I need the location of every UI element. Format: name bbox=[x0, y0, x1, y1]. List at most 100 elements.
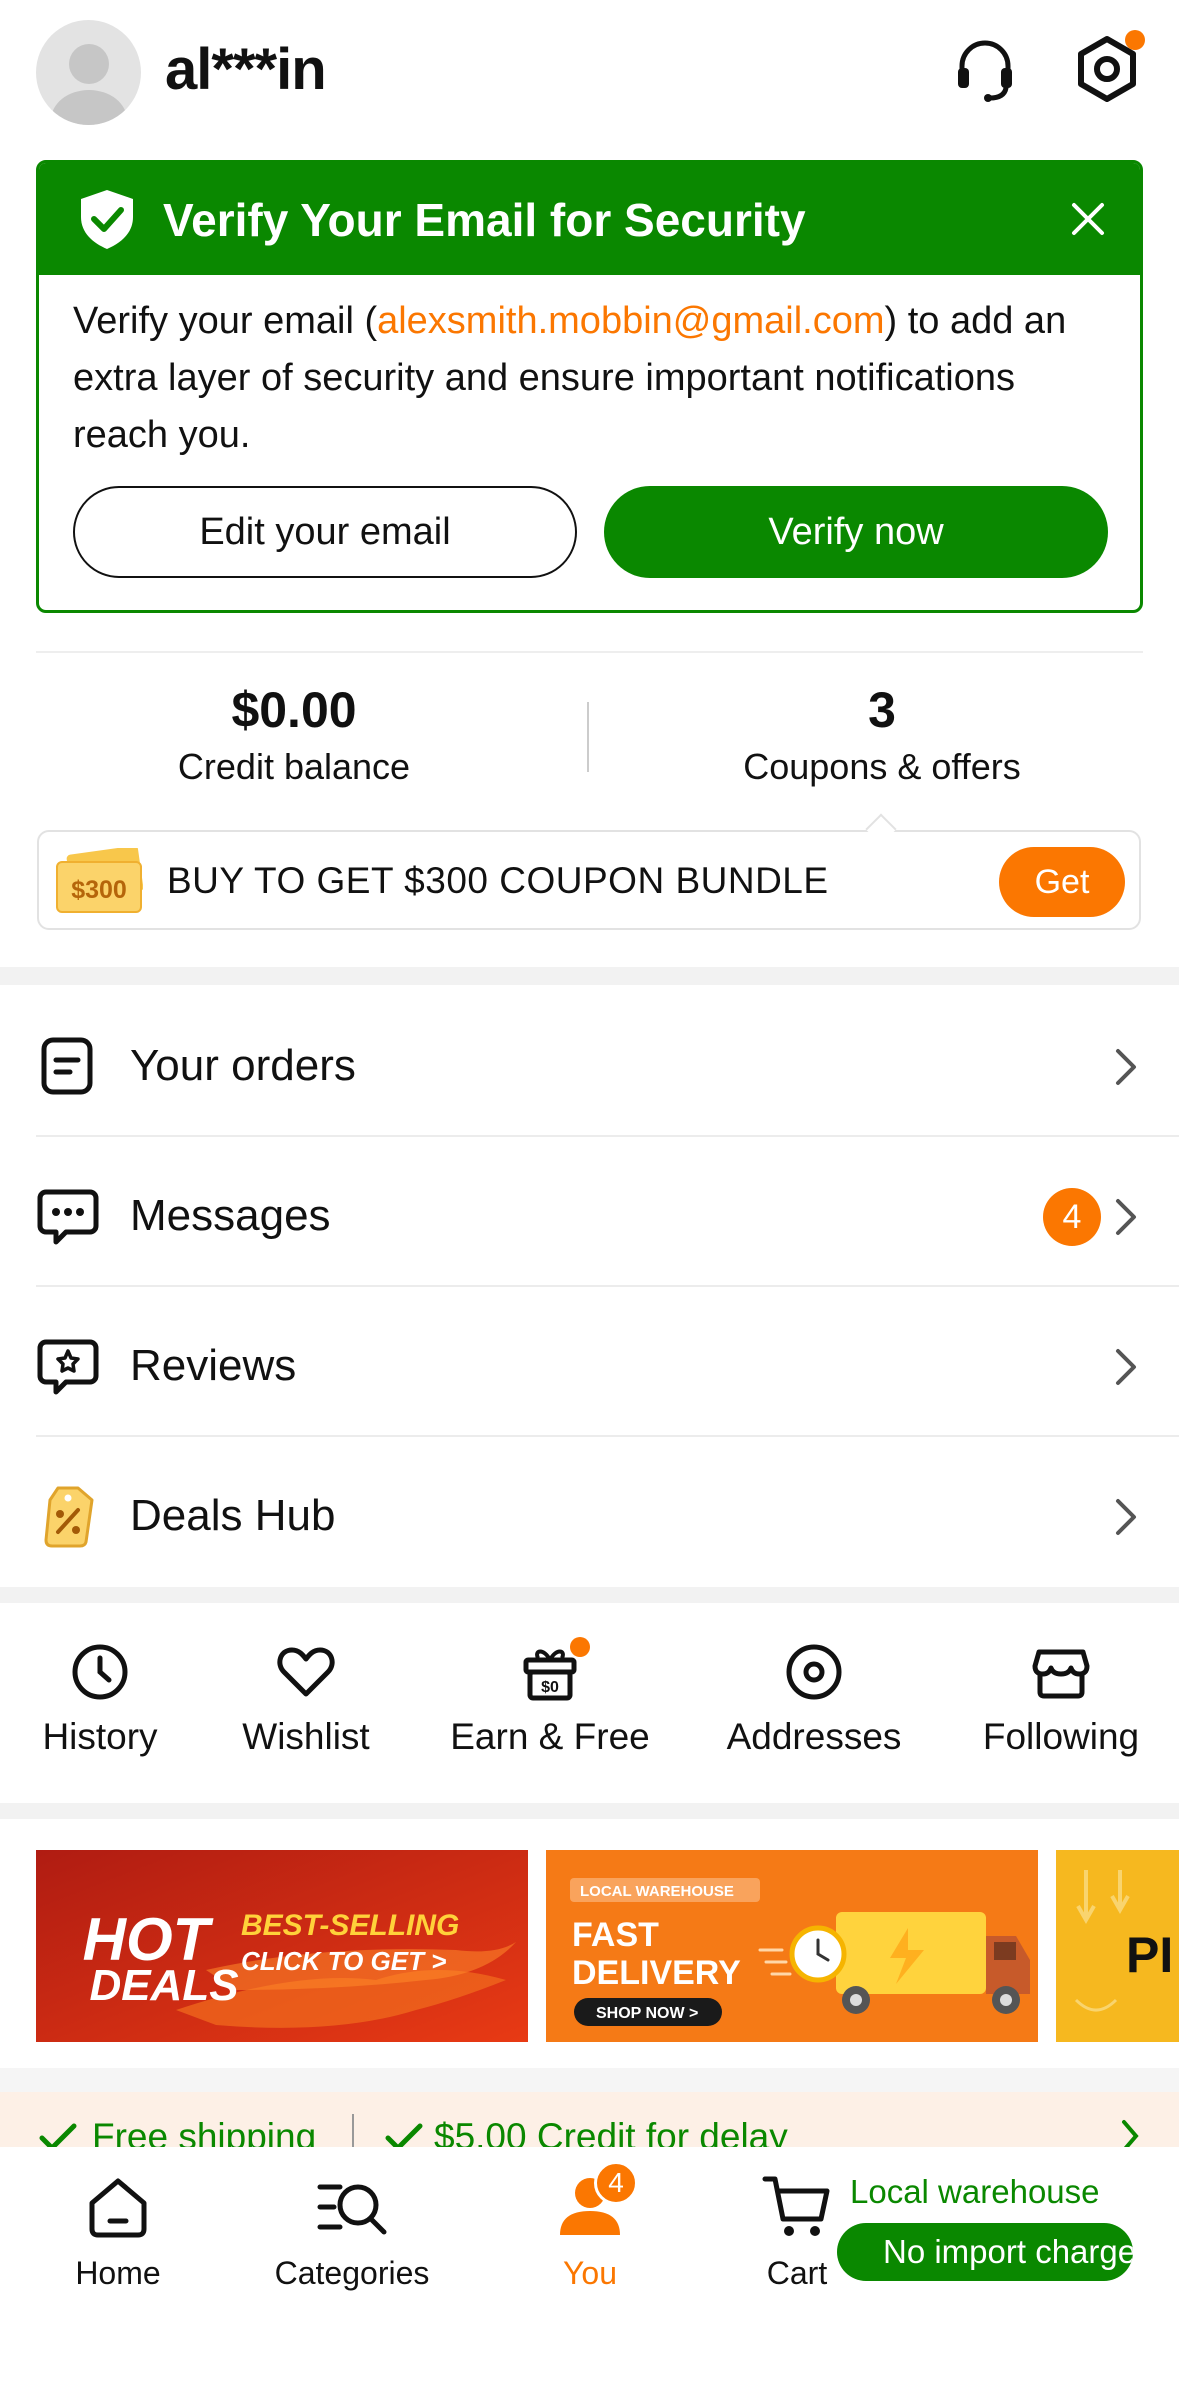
local-warehouse-label[interactable]: Local warehouse bbox=[850, 2173, 1100, 2211]
nav-cart[interactable]: Cart bbox=[742, 2169, 852, 2292]
strip-divider bbox=[352, 2114, 354, 2147]
quick-link-following[interactable]: Following bbox=[974, 1640, 1148, 1758]
shipping-benefits-strip[interactable]: Free shipping $5.00 Credit for delay bbox=[0, 2092, 1179, 2147]
nav-home[interactable]: Home bbox=[58, 2169, 178, 2292]
free-shipping-text: Free shipping bbox=[92, 2116, 317, 2147]
cart-icon bbox=[762, 2176, 830, 2236]
quick-link-earn-free[interactable]: $0 Earn & Free bbox=[430, 1640, 670, 1758]
hot-deals-graphic: HOT DEALS BEST-SELLING CLICK TO GET > bbox=[36, 1850, 528, 2042]
verify-email-message: Verify your email (alexsmith.mobbin@gmai… bbox=[73, 293, 1113, 464]
nav-label: Cart bbox=[766, 2255, 828, 2291]
section-gap bbox=[0, 2068, 1179, 2092]
quick-link-label: Following bbox=[982, 1716, 1140, 1757]
account-header: al***in bbox=[0, 0, 1179, 150]
verify-now-button[interactable]: Verify now bbox=[604, 486, 1108, 578]
quick-link-label: Earn & Free bbox=[450, 1716, 650, 1757]
avatar[interactable] bbox=[36, 20, 141, 125]
headset-icon[interactable] bbox=[950, 34, 1020, 104]
promo-banner-graphic: PI bbox=[1056, 1850, 1179, 2042]
credit-balance-label: Credit balance bbox=[177, 746, 411, 787]
coupon-bundle-text: BUY TO GET $300 COUPON BUNDLE bbox=[167, 860, 829, 901]
coupon-ticket-label: $300 bbox=[71, 876, 127, 904]
orders-icon bbox=[41, 1037, 93, 1095]
quick-link-label: History bbox=[42, 1716, 158, 1757]
location-pin-icon bbox=[786, 1644, 842, 1700]
edit-email-button[interactable]: Edit your email bbox=[73, 486, 577, 578]
nav-label: You bbox=[563, 2255, 617, 2291]
close-icon[interactable] bbox=[1066, 197, 1110, 241]
menu-label: Messages bbox=[130, 1191, 331, 1240]
coupons-offers[interactable]: 3 Coupons & offers bbox=[682, 680, 1082, 792]
menu-label: Your orders bbox=[130, 1041, 356, 1090]
coupons-label: Coupons & offers bbox=[743, 746, 1021, 787]
hot-deals-title-2: DEALS bbox=[89, 1961, 238, 2010]
stat-divider bbox=[587, 702, 589, 772]
quick-link-wishlist[interactable]: Wishlist bbox=[226, 1640, 386, 1758]
promo-banner-text: PI bbox=[1126, 1927, 1173, 1983]
section-gap bbox=[0, 967, 1179, 985]
menu-label: Reviews bbox=[130, 1341, 297, 1390]
fast-delivery-line-2: DELIVERY bbox=[572, 1954, 741, 1992]
coupon-ticket-icon: $300 bbox=[56, 848, 143, 913]
delay-credit-text: $5.00 Credit for delay bbox=[434, 2116, 788, 2147]
fast-delivery-tag: LOCAL WAREHOUSE bbox=[580, 1883, 734, 1900]
menu-label: Deals Hub bbox=[130, 1491, 336, 1540]
verify-email-address: alexsmith.mobbin@gmail.com bbox=[377, 300, 885, 342]
check-icon bbox=[385, 2123, 423, 2147]
quick-link-label: Addresses bbox=[726, 1716, 902, 1757]
messages-count-badge: 4 bbox=[1043, 1188, 1101, 1246]
settings-notification-dot bbox=[1125, 30, 1145, 50]
nav-categories[interactable]: Categories bbox=[262, 2169, 442, 2292]
quick-link-history[interactable]: History bbox=[20, 1640, 180, 1758]
chevron-right-icon bbox=[1116, 1049, 1136, 1085]
get-coupon-button[interactable]: Get bbox=[999, 847, 1125, 917]
verify-email-card: Verify Your Email for Security Verify yo… bbox=[36, 160, 1143, 613]
coupon-bundle-banner[interactable]: $300 BUY TO GET $300 COUPON BUNDLE Get bbox=[37, 830, 1141, 930]
avatar-head bbox=[69, 44, 109, 84]
bottom-navigation: Home Categories You 4 Cart Local warehou… bbox=[0, 2147, 1179, 2396]
avatar-body bbox=[51, 90, 127, 125]
credit-balance-value: $0.00 bbox=[231, 682, 357, 738]
fast-delivery-banner[interactable]: LOCAL WAREHOUSE FAST DELIVERY SHOP NOW > bbox=[546, 1850, 1038, 2042]
menu-item-deals-hub[interactable]: Deals Hub bbox=[0, 1437, 1179, 1587]
svg-text:$0: $0 bbox=[541, 1679, 559, 1696]
divider bbox=[36, 651, 1143, 653]
menu-item-reviews[interactable]: Reviews bbox=[0, 1287, 1179, 1437]
chevron-right-icon bbox=[1116, 1499, 1136, 1535]
check-icon bbox=[39, 2123, 77, 2147]
nav-label: Home bbox=[75, 2255, 161, 2291]
nav-label: Categories bbox=[274, 2255, 430, 2291]
section-gap bbox=[0, 1803, 1179, 1819]
verify-text-before: Verify your email ( bbox=[73, 300, 378, 342]
fast-delivery-graphic: LOCAL WAREHOUSE FAST DELIVERY SHOP NOW > bbox=[546, 1850, 1038, 2042]
verify-email-header: Verify Your Email for Security bbox=[39, 163, 1140, 275]
store-icon bbox=[1032, 1649, 1090, 1699]
no-import-charges-pill[interactable]: No import charges bbox=[837, 2223, 1133, 2281]
earn-free-notification-dot bbox=[570, 1637, 590, 1657]
quick-link-label: Wishlist bbox=[242, 1716, 370, 1757]
heart-icon bbox=[277, 1647, 335, 1697]
fast-delivery-line-1: FAST bbox=[572, 1916, 659, 1954]
username[interactable]: al***in bbox=[165, 36, 327, 103]
home-icon bbox=[89, 2178, 147, 2238]
clock-icon bbox=[72, 1644, 128, 1700]
coupons-count: 3 bbox=[868, 682, 896, 738]
review-star-icon bbox=[37, 1339, 99, 1395]
message-bubble-icon bbox=[37, 1189, 99, 1245]
discount-tag-icon bbox=[44, 1486, 94, 1548]
chevron-right-icon bbox=[1116, 1349, 1136, 1385]
menu-item-your-orders[interactable]: Your orders bbox=[0, 987, 1179, 1137]
promo-banner-partial[interactable]: PI bbox=[1056, 1850, 1179, 2042]
verify-email-title: Verify Your Email for Security bbox=[163, 194, 806, 246]
menu-item-messages[interactable]: Messages 4 bbox=[0, 1137, 1179, 1287]
chevron-right-icon bbox=[1122, 2120, 1139, 2147]
hot-deals-banner[interactable]: HOT DEALS BEST-SELLING CLICK TO GET > bbox=[36, 1850, 528, 2042]
shield-check-icon bbox=[81, 190, 133, 249]
section-gap bbox=[0, 1587, 1179, 1603]
fast-delivery-cta: SHOP NOW > bbox=[596, 2005, 698, 2022]
hot-deals-line-1: BEST-SELLING bbox=[241, 1909, 459, 1942]
chevron-right-icon bbox=[1116, 1199, 1136, 1235]
credit-balance[interactable]: $0.00 Credit balance bbox=[94, 680, 494, 792]
you-badge: 4 bbox=[594, 2161, 638, 2205]
quick-link-addresses[interactable]: Addresses bbox=[707, 1640, 921, 1758]
